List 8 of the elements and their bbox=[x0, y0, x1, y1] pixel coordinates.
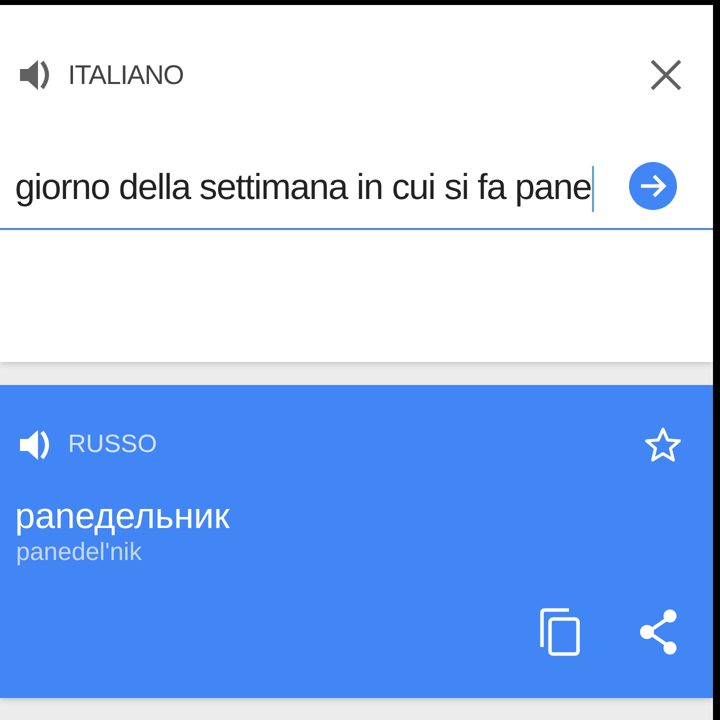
translate-button[interactable] bbox=[629, 162, 677, 210]
input-field[interactable]: giorno della settimana in cui si fa pane bbox=[15, 154, 625, 220]
close-icon[interactable] bbox=[649, 58, 683, 92]
share-icon[interactable] bbox=[639, 609, 679, 655]
transliteration-text: panedel'nik bbox=[15, 537, 143, 567]
translation-text: panедельник bbox=[14, 495, 231, 537]
copy-icon[interactable] bbox=[539, 607, 581, 657]
source-language[interactable]: ITALIANO bbox=[68, 55, 184, 96]
